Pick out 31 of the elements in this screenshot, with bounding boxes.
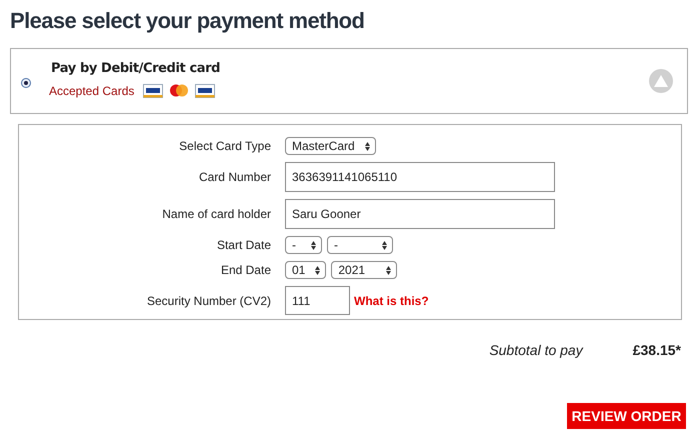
card-logo-icon bbox=[195, 84, 216, 98]
field-label: Card Number bbox=[198, 170, 271, 184]
dropdown[interactable]: 01 bbox=[285, 261, 326, 279]
option-label: Pay by Debit/Credit card bbox=[51, 60, 222, 76]
stepper-icon bbox=[311, 240, 316, 250]
dropdown[interactable]: - bbox=[285, 236, 322, 254]
subtotal-label: Subtotal to pay bbox=[489, 342, 583, 358]
subtotal-amount: £38.15* bbox=[632, 342, 681, 358]
dropdown[interactable]: MasterCard bbox=[285, 137, 376, 155]
field-label: End Date bbox=[220, 263, 271, 277]
review-order-button[interactable]: REVIEW ORDER bbox=[567, 403, 686, 429]
radio-button[interactable] bbox=[21, 78, 31, 88]
accepted-cards-label: Accepted Cards bbox=[49, 84, 134, 98]
field-label: Security Number (CV2) bbox=[146, 294, 271, 308]
input-field[interactable]: 3636391141065110 bbox=[285, 162, 555, 192]
card-logo-icon bbox=[143, 84, 164, 98]
help-link[interactable]: What is this? bbox=[354, 294, 429, 308]
field-label: Start Date bbox=[216, 238, 271, 252]
stepper-icon bbox=[315, 266, 320, 274]
field-label: Select Card Type bbox=[178, 139, 271, 153]
dropdown[interactable]: 2021 bbox=[331, 261, 398, 279]
input-field[interactable]: 111 bbox=[285, 286, 350, 315]
card-logo-icon bbox=[169, 84, 190, 97]
stepper-icon bbox=[382, 240, 387, 250]
stepper-icon bbox=[386, 266, 392, 274]
field-label: Name of card holder bbox=[161, 207, 271, 221]
triangle-icon bbox=[654, 75, 668, 87]
dropdown[interactable]: - bbox=[327, 236, 393, 254]
input-field[interactable]: Saru Gooner bbox=[285, 199, 555, 229]
stepper-icon bbox=[364, 142, 370, 150]
page-title: Please select your payment method bbox=[10, 8, 366, 34]
